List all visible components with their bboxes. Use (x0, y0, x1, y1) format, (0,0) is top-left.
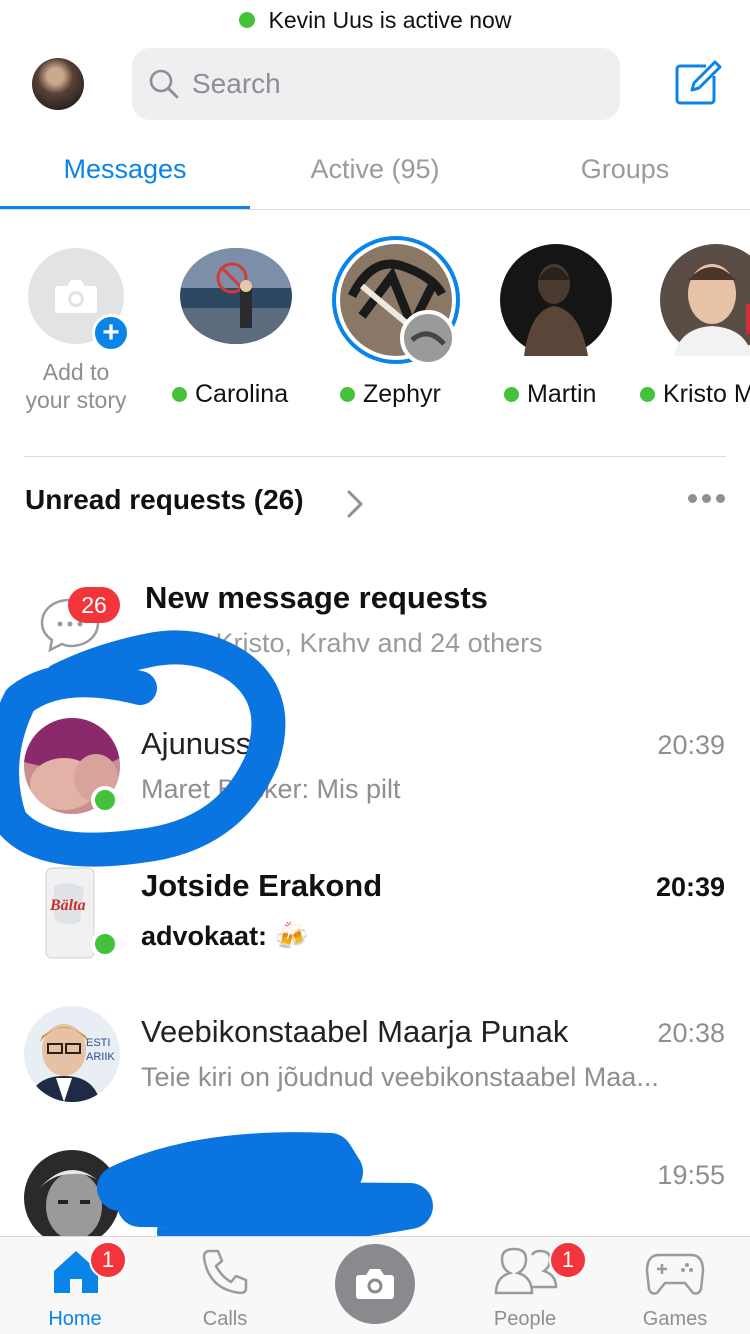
online-indicator (640, 387, 655, 402)
requests-subtitle: From Kristo, Krahv and 24 others (145, 628, 543, 658)
story-thumbnail (180, 248, 292, 344)
online-indicator (172, 387, 187, 402)
tab-calls-label: Calls (202, 1308, 248, 1330)
conversation-snippet: Teie kiri on jõudnud veebikonstaabel Maa… (141, 1062, 659, 1092)
camera-icon (356, 1269, 394, 1299)
camera-icon (55, 280, 97, 313)
tab-home-label: Home (48, 1308, 102, 1330)
tab-active[interactable]: Active (95) (250, 130, 500, 209)
conversation-time: 20:38 (657, 1018, 725, 1048)
story-thumbnail (332, 236, 460, 366)
search-icon (149, 69, 179, 99)
online-indicator (504, 387, 519, 402)
conversation-avatar: ESTI ARIIK (24, 1006, 120, 1102)
story-kristo[interactable] (660, 244, 750, 356)
phone-icon (202, 1249, 248, 1295)
story-name-kristo: Kristo M (640, 380, 750, 409)
story-thumbnail (660, 244, 750, 356)
tab-messages[interactable]: Messages (0, 130, 250, 209)
online-indicator (238, 12, 255, 28)
chevron-right-icon[interactable] (344, 488, 366, 520)
search-bar[interactable] (132, 48, 620, 120)
tab-bar-top: Messages Active (95) Groups (0, 130, 750, 210)
conversation-snippet: Maret Becker: Mis pilt (141, 774, 401, 804)
online-indicator (91, 930, 119, 958)
home-badge: 1 (89, 1241, 127, 1279)
tab-games[interactable]: Games (600, 1237, 750, 1334)
compose-icon[interactable] (672, 58, 722, 108)
svg-text:ESTI: ESTI (86, 1037, 110, 1049)
camera-button[interactable] (335, 1244, 415, 1324)
active-tab-underline (0, 206, 250, 209)
add-story-label: Add to your story (25, 359, 127, 413)
divider (24, 456, 726, 457)
tab-people[interactable]: 1 People (450, 1237, 600, 1334)
requests-count-badge: 26 (68, 587, 120, 623)
conversation-name: Ajunuss (141, 726, 252, 761)
conversation-time: 20:39 (657, 730, 725, 760)
tab-calls[interactable]: Calls (150, 1237, 300, 1334)
game-controller-icon (645, 1253, 705, 1295)
active-status-bar: Kevin Uus is active now (0, 0, 750, 40)
online-indicator (340, 387, 355, 402)
story-name-carolina: Carolina (172, 380, 288, 409)
conversation-name: Jotside Erakond (141, 868, 383, 903)
people-badge: 1 (549, 1241, 587, 1279)
story-name-zephyr: Zephyr (340, 380, 441, 409)
story-martin[interactable] (500, 244, 612, 356)
story-carolina[interactable] (180, 248, 292, 344)
unread-requests-title[interactable]: Unread requests (26) (25, 484, 304, 516)
story-name-martin: Martin (504, 380, 596, 409)
requests-title: New message requests (145, 580, 488, 615)
conversation-time: 19:55 (657, 1160, 725, 1190)
search-input[interactable] (192, 68, 592, 100)
conversation-name: Veebikonstaabel Maarja Punak (141, 1014, 569, 1049)
story-zephyr[interactable] (332, 236, 460, 366)
conversation-time: 20:39 (655, 872, 725, 902)
conversation-snippet: advokaat: 🍻 (141, 921, 309, 951)
svg-text:Bälta: Bälta (49, 897, 86, 914)
story-thumbnail (500, 244, 612, 356)
more-options-icon[interactable] (688, 494, 725, 503)
online-indicator (91, 786, 119, 814)
profile-avatar[interactable] (32, 58, 84, 110)
tab-people-label: People (493, 1308, 557, 1330)
tab-groups[interactable]: Groups (500, 130, 750, 209)
active-status-text: Kevin Uus is active now (268, 6, 512, 33)
tab-home[interactable]: 1 Home (0, 1237, 150, 1334)
tab-games-label: Games (642, 1308, 708, 1330)
svg-text:ARIIK: ARIIK (86, 1051, 115, 1063)
add-story-plus-icon: + (92, 314, 130, 352)
conversation-avatar (24, 1150, 120, 1246)
